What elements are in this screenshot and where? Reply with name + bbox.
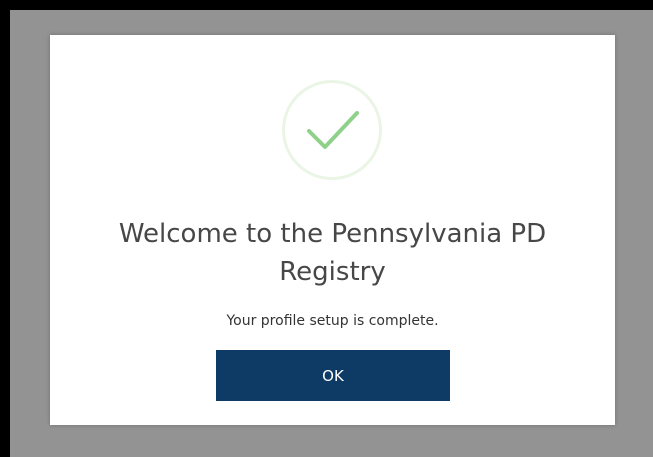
checkmark-icon [307,111,359,149]
dialog-message: Your profile setup is complete. [226,313,439,329]
dialog-title: Welcome to the Pennsylvania PD Registry [118,219,547,287]
modal-backdrop: Welcome to the Pennsylvania PD Registry … [10,10,653,457]
success-icon-circle [282,80,382,180]
success-dialog: Welcome to the Pennsylvania PD Registry … [50,35,615,425]
ok-button[interactable]: OK [216,350,450,401]
